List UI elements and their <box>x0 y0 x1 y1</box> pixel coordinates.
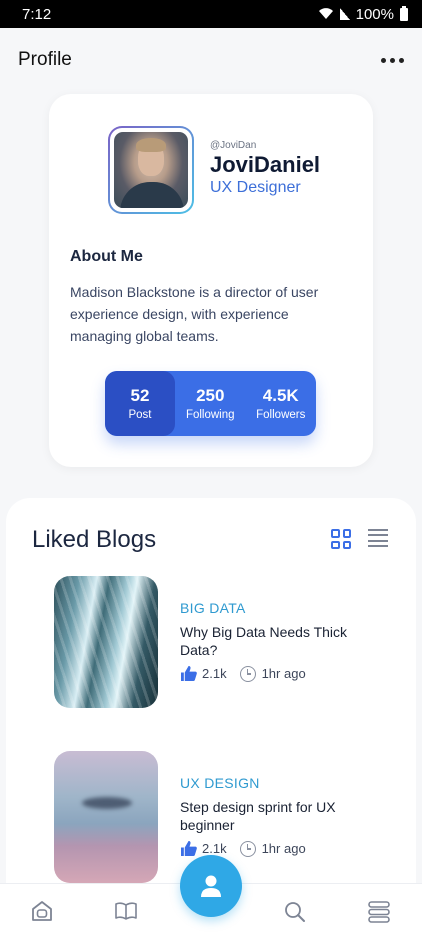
blog-meta: 2.1k 1hr ago <box>180 840 306 857</box>
blog-category: BIG DATA <box>180 600 246 616</box>
blog-time: 1hr ago <box>261 841 306 856</box>
like-count: 2.1k <box>202 666 227 681</box>
about-text: Madison Blackstone is a director of user… <box>70 284 319 344</box>
clock-icon <box>239 665 256 682</box>
book-icon[interactable] <box>114 900 138 927</box>
blog-category: UX DESIGN <box>180 775 260 791</box>
page-title: Profile <box>18 49 72 70</box>
stat-label: Post <box>128 409 152 421</box>
user-name: JoviDaniel <box>210 152 321 177</box>
avatar-photo <box>114 132 188 208</box>
home-icon[interactable] <box>30 900 54 927</box>
search-icon[interactable] <box>283 900 307 929</box>
like-icon[interactable] <box>180 840 199 857</box>
stat-value: 52 <box>130 386 150 405</box>
user-role: UX Designer <box>210 179 301 196</box>
status-time: 7:12 <box>22 5 52 23</box>
list-view-icon[interactable] <box>368 529 388 547</box>
blog-thumbnail <box>54 576 158 708</box>
top-bar: Profile <box>0 40 422 80</box>
blog-time: 1hr ago <box>261 666 306 681</box>
section-title: Liked Blogs <box>32 526 157 553</box>
avatar[interactable] <box>108 126 194 214</box>
stat-followers[interactable]: 4.5K Followers <box>246 371 317 436</box>
more-dots-icon[interactable] <box>379 52 406 69</box>
wifi-icon <box>318 8 334 20</box>
stat-following[interactable]: 250 Following <box>175 371 246 436</box>
battery-icon <box>400 5 408 21</box>
like-count: 2.1k <box>202 841 227 856</box>
blog-item[interactable]: BIG DATA Why Big Data Needs Thick Data? … <box>54 576 394 708</box>
view-toggle <box>331 529 388 549</box>
blog-title: Why Big Data Needs Thick Data? <box>180 624 348 658</box>
stat-label: Following <box>185 409 235 421</box>
battery-percent: 100% <box>355 5 394 23</box>
profile-icon <box>201 875 221 897</box>
clock-icon <box>239 840 256 857</box>
like-icon[interactable] <box>180 665 199 682</box>
grid-view-icon[interactable] <box>331 529 351 549</box>
stats-bar: 52 Post 250 Following 4.5K Followers <box>105 371 316 436</box>
profile-fab[interactable] <box>180 855 242 917</box>
stat-label: Followers <box>256 409 306 421</box>
stat-value: 250 <box>196 386 225 405</box>
blog-meta: 2.1k 1hr ago <box>180 665 306 682</box>
profile-card: @JoviDan JoviDaniel UX Designer About Me… <box>49 94 373 467</box>
blog-title: Step design sprint for UX beginner <box>180 799 336 833</box>
blog-thumbnail <box>54 751 158 883</box>
about-title: About Me <box>70 248 143 265</box>
stat-value: 4.5K <box>262 386 299 405</box>
stat-posts[interactable]: 52 Post <box>105 371 175 436</box>
user-handle: @JoviDan <box>210 140 257 151</box>
status-bar: 7:12 100% <box>0 0 422 28</box>
menu-icon[interactable] <box>367 900 391 929</box>
signal-icon <box>339 8 350 20</box>
status-icons: 100% <box>318 5 408 23</box>
